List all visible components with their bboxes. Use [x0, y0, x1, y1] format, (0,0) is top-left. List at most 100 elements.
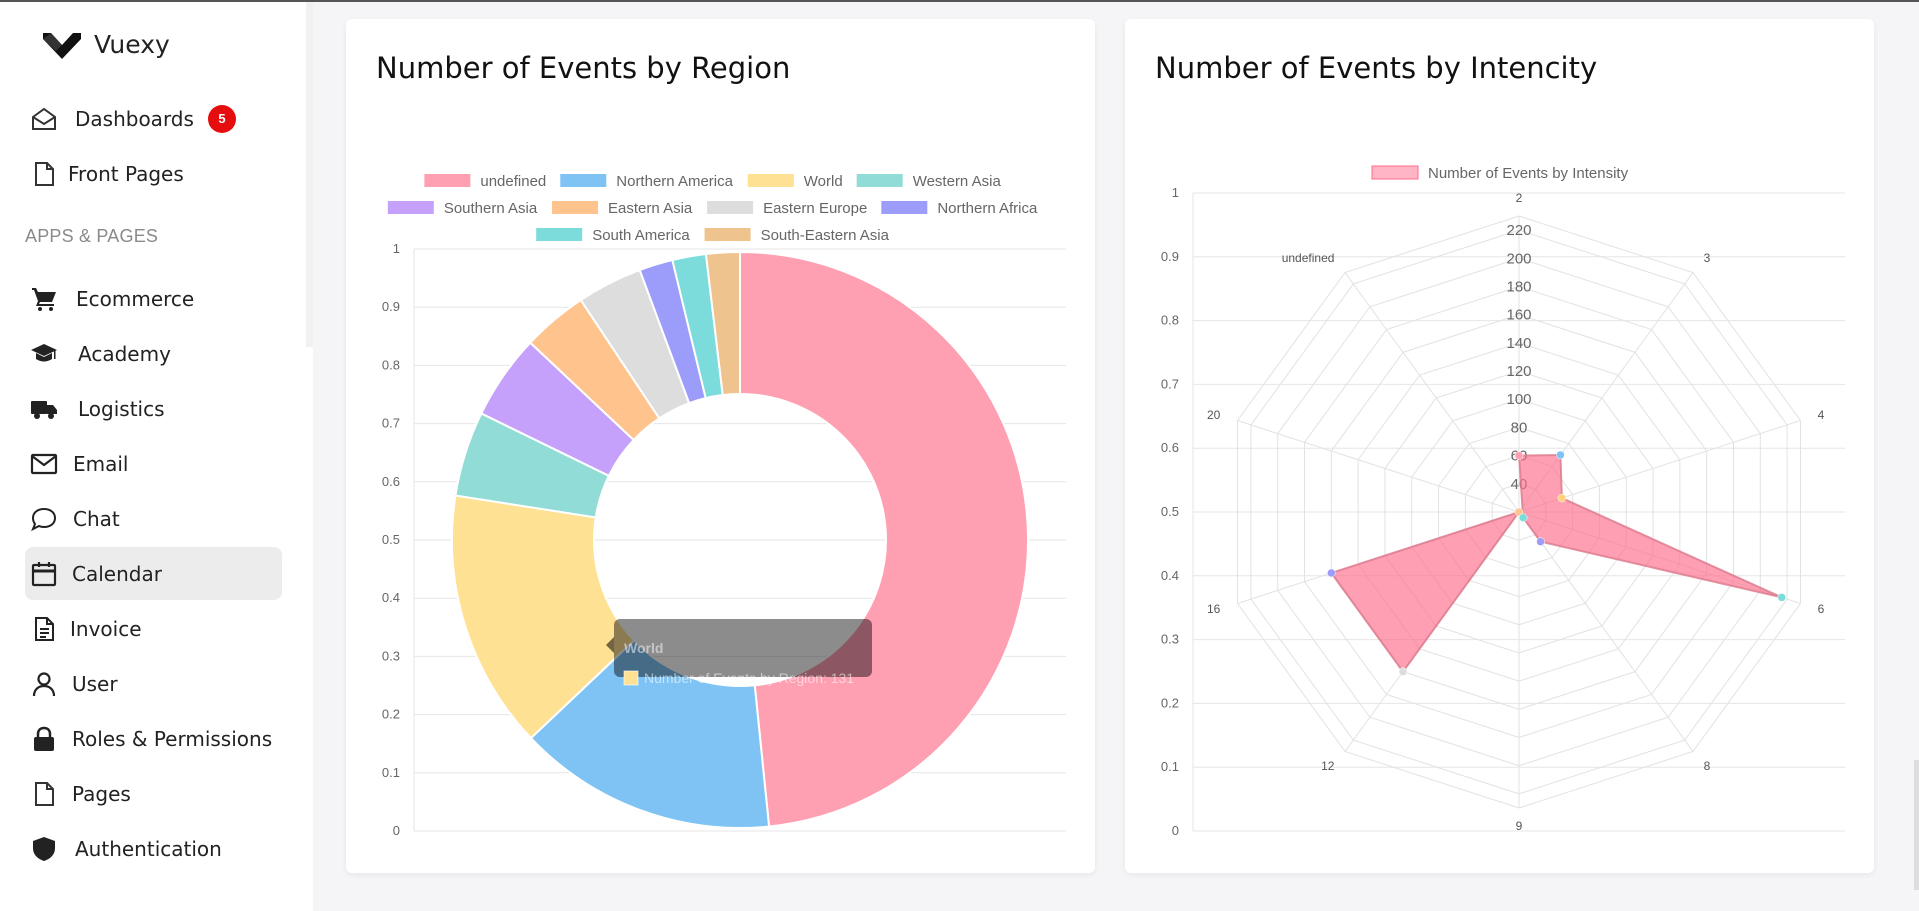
legend-swatch	[881, 201, 928, 214]
radar-point-label: 3	[1704, 251, 1711, 265]
y-tick-label: 0.6	[382, 474, 400, 489]
tooltip-swatch	[623, 670, 639, 686]
y-tick-label: 0	[1172, 823, 1179, 838]
legend-label: undefined	[480, 173, 546, 190]
sidebar-item-authentication[interactable]: Authentication	[25, 822, 282, 875]
sidebar-item-roles-permissions[interactable]: Roles & Permissions	[25, 712, 282, 765]
sidebar-item-label: Roles & Permissions	[72, 726, 273, 751]
file-icon	[30, 160, 58, 188]
radar-point	[1557, 493, 1567, 503]
sidebar-item-email[interactable]: Email	[25, 437, 282, 490]
radar-point-label: 9	[1516, 819, 1523, 833]
y-tick-label: 0.6	[1161, 440, 1179, 455]
radar-point-label: 4	[1818, 408, 1825, 422]
home-icon	[30, 105, 58, 133]
radar-point	[1514, 451, 1524, 460]
school-icon	[30, 340, 58, 368]
brand[interactable]: Vuexy	[43, 30, 170, 59]
y-tick-label: 0	[393, 823, 400, 838]
notification-badge: 5	[207, 104, 236, 133]
region-chart-card: Number of Events by Region 0 0.1 0.2 0.3 0.4…	[346, 19, 1095, 873]
legend-swatch	[1371, 165, 1419, 180]
sidebar-item-label: Calendar	[72, 561, 162, 586]
radar-point	[1398, 667, 1408, 676]
y-tick-label: 0.7	[382, 416, 400, 431]
y-tick-label: 1	[1172, 185, 1179, 200]
sidebar-item-logistics[interactable]: Logistics	[25, 382, 282, 435]
mail-icon	[30, 450, 58, 478]
legend-label: Western Asia	[913, 173, 1002, 190]
legend-swatch	[704, 228, 751, 241]
radar-point-label: 16	[1207, 602, 1221, 616]
radar-spoke	[1344, 272, 1520, 513]
sidebar-item-label: Email	[73, 451, 129, 476]
file-icon	[30, 780, 58, 808]
sidebar-item-calendar[interactable]: Calendar	[25, 547, 282, 600]
r-tick-label: 180	[1506, 278, 1531, 295]
legend-swatch	[536, 228, 583, 241]
sidebar-item-academy[interactable]: Academy	[25, 327, 282, 380]
sidebar-item-pages[interactable]: Pages	[25, 767, 282, 820]
radar-point	[1556, 450, 1565, 460]
vuexy-logo-icon	[43, 32, 81, 59]
legend-swatch	[707, 201, 754, 214]
legend-label: Southern Asia	[444, 200, 538, 217]
y-tick-label: 0.4	[382, 590, 400, 605]
sidebar-item-label: User	[72, 671, 118, 696]
y-tick-label: 0.4	[1161, 568, 1179, 583]
y-tick-label: 0.5	[1161, 504, 1179, 519]
sidebar-item-label: Academy	[78, 341, 171, 366]
y-tick-label: 0.2	[382, 707, 400, 722]
chat-icon	[30, 505, 58, 533]
sidebar-item-user[interactable]: User	[25, 657, 282, 710]
y-tick-label: 0.3	[1161, 632, 1179, 647]
radar-point	[1518, 513, 1528, 522]
sidebar-item-dashboards[interactable]: Dashboards 5	[25, 92, 282, 145]
intensity-radar-chart[interactable]: 0 0.1 0.2 0.3 0.4 0.5 0.6 0.7 0.8 0.9 1 Number of E…	[1125, 19, 1874, 873]
legend-swatch	[560, 174, 607, 187]
y-tick-label: 0.8	[382, 357, 400, 372]
invoice-icon	[30, 615, 58, 643]
sidebar-item-invoice[interactable]: Invoice	[25, 602, 282, 655]
radar-point-label: 8	[1704, 759, 1711, 773]
sidebar: Vuexy Dashboards 5 Front Pages APPS & PA…	[0, 2, 313, 911]
r-tick-label: 140	[1506, 335, 1531, 352]
sidebar-item-label: Invoice	[70, 616, 142, 641]
legend-label: Northern Africa	[937, 200, 1038, 217]
radar-point-label: undefined	[1282, 251, 1335, 265]
sidebar-item-label: Front Pages	[68, 161, 184, 186]
r-tick-label: 80	[1511, 419, 1528, 436]
legend-swatch	[387, 201, 434, 214]
sidebar-item-label: Chat	[73, 506, 120, 531]
y-tick-label: 1	[393, 241, 400, 256]
tooltip-title: World	[624, 640, 663, 656]
intensity-chart-card: Number of Events by Intencity 0 0.1 0.2 0.3…	[1125, 19, 1874, 873]
sidebar-item-front-pages[interactable]: Front Pages	[25, 147, 282, 200]
legend-swatch	[424, 174, 471, 187]
r-tick-label: 220	[1506, 222, 1531, 239]
y-tick-label: 0.7	[1161, 376, 1179, 391]
page-scrollbar[interactable]	[1914, 760, 1919, 890]
sidebar-item-label: Authentication	[75, 836, 222, 861]
legend-label: South America	[592, 227, 690, 244]
radar-point	[1777, 593, 1786, 602]
sidebar-item-ecommerce[interactable]: Ecommerce	[25, 272, 282, 325]
section-title: APPS & PAGES	[25, 226, 159, 246]
sidebar-item-label: Dashboards	[75, 106, 194, 131]
radar-point	[1536, 537, 1545, 546]
r-tick-label: 120	[1506, 363, 1531, 380]
region-doughnut-chart[interactable]: 0 0.1 0.2 0.3 0.4 0.5 0.6 0.7 0.8 0.9 1 undefined No…	[346, 19, 1095, 873]
sidebar-item-chat[interactable]: Chat	[25, 492, 282, 545]
y-tick-label: 0.9	[1161, 249, 1179, 264]
legend-label: Eastern Asia	[608, 200, 693, 217]
sidebar-scrollbar[interactable]	[306, 2, 313, 347]
y-tick-label: 0.3	[382, 648, 400, 663]
legend-swatch	[747, 174, 794, 187]
legend-swatch	[856, 174, 903, 187]
calendar-icon	[30, 560, 58, 588]
sidebar-item-label: Ecommerce	[76, 286, 195, 311]
radar-point-label: 2	[1516, 191, 1523, 205]
lock-icon	[30, 725, 58, 753]
r-tick-label: 160	[1506, 307, 1531, 324]
legend-label: Northern America	[616, 173, 733, 190]
